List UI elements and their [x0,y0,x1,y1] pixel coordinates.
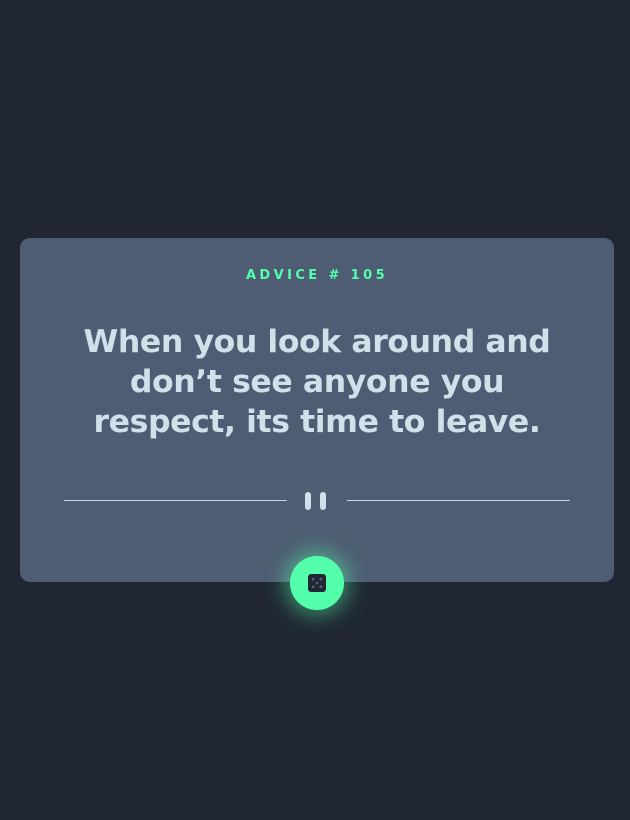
pause-icon [305,492,329,510]
generate-advice-button[interactable] [290,556,344,610]
pause-bar-left [305,492,311,510]
divider [64,490,570,512]
dice-icon [308,574,326,592]
divider-line-left [64,500,287,501]
advice-card: ADVICE # 105 When you look around and do… [20,238,614,582]
advice-quote: When you look around and don’t see anyon… [83,324,551,440]
divider-line-right [347,500,570,501]
advice-number-label: ADVICE # 105 [245,268,389,283]
pause-bar-right [320,492,326,510]
